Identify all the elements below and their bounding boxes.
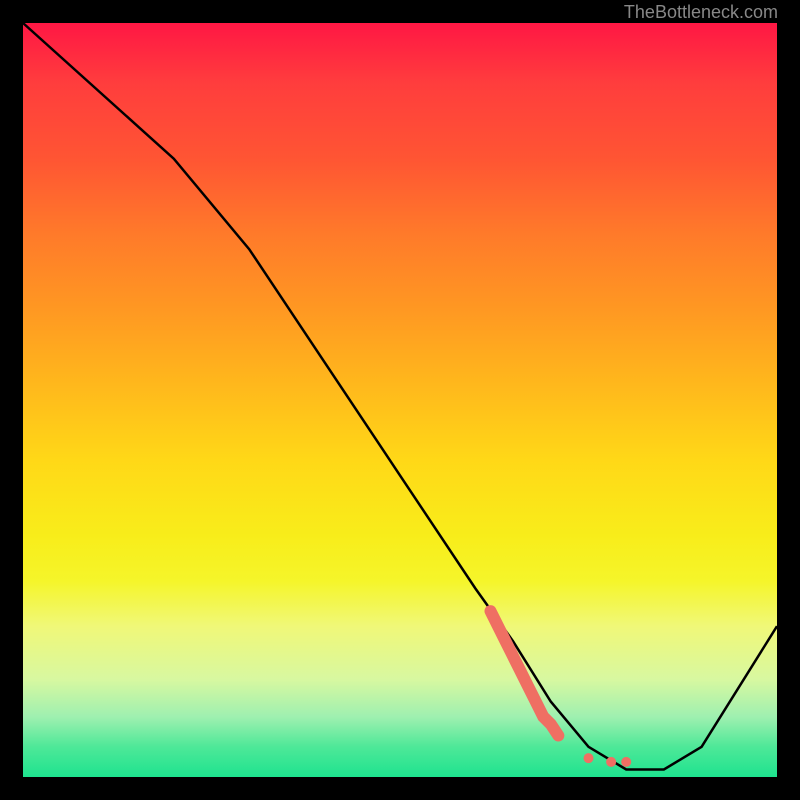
watermark-text: TheBottleneck.com: [624, 2, 778, 23]
chart-container: [20, 20, 780, 780]
plot-gradient-background: [20, 20, 780, 780]
